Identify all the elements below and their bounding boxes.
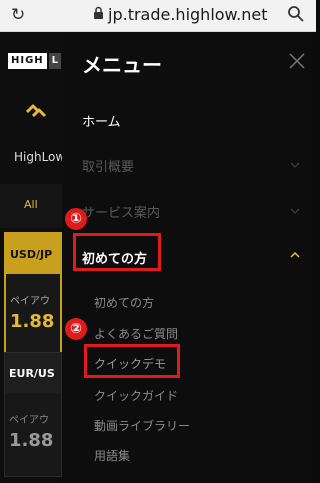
menu-item-trading-overview[interactable]: 取引概要: [82, 156, 134, 175]
chevron-down-icon[interactable]: [290, 208, 300, 214]
asset-card-eurusd[interactable]: EUR/US ペイアウ 1.88: [4, 352, 62, 477]
chevron-down-icon[interactable]: [290, 162, 300, 168]
url-text[interactable]: jp.trade.highlow.net: [108, 5, 268, 24]
close-icon[interactable]: [288, 52, 306, 70]
submenu-item-glossary[interactable]: 用語集: [94, 447, 130, 464]
step-badge-1: ①: [65, 208, 87, 230]
reload-icon[interactable]: ↻: [11, 5, 25, 25]
highlight-box-quick-demo: [84, 344, 180, 378]
step-badge-2: ②: [65, 318, 87, 340]
submenu-item-beginners[interactable]: 初めての方: [94, 294, 154, 311]
chevron-up-icon[interactable]: [290, 252, 300, 258]
payout-value: 1.88: [9, 430, 54, 451]
submenu-item-faq[interactable]: よくあるご質問: [94, 325, 178, 342]
lock-icon: [94, 6, 103, 19]
payout-label: ペイアウ: [9, 415, 49, 426]
submenu-item-video-library[interactable]: 動画ライブラリー: [94, 417, 190, 434]
menu-item-home[interactable]: ホーム: [82, 111, 121, 130]
submenu-item-quick-guide[interactable]: クイックガイド: [94, 387, 178, 404]
payout-value: 1.88: [10, 311, 55, 332]
highlow-logo: HIGH L: [8, 53, 62, 69]
brand-text: HighLow: [14, 150, 66, 164]
highlight-box-beginners: [73, 233, 161, 271]
menu-item-services[interactable]: サービス案内: [82, 202, 160, 221]
tab-all[interactable]: All: [0, 184, 62, 228]
asset-pair: USD/JP: [6, 234, 60, 274]
menu-title: メニュー: [82, 53, 162, 77]
payout-label: ペイアウ: [10, 296, 50, 307]
asset-pair: EUR/US: [5, 353, 61, 393]
browser-address-bar: ↻ jp.trade.highlow.net: [0, 0, 316, 32]
search-icon[interactable]: [287, 5, 305, 23]
brand-icon: [25, 104, 47, 118]
